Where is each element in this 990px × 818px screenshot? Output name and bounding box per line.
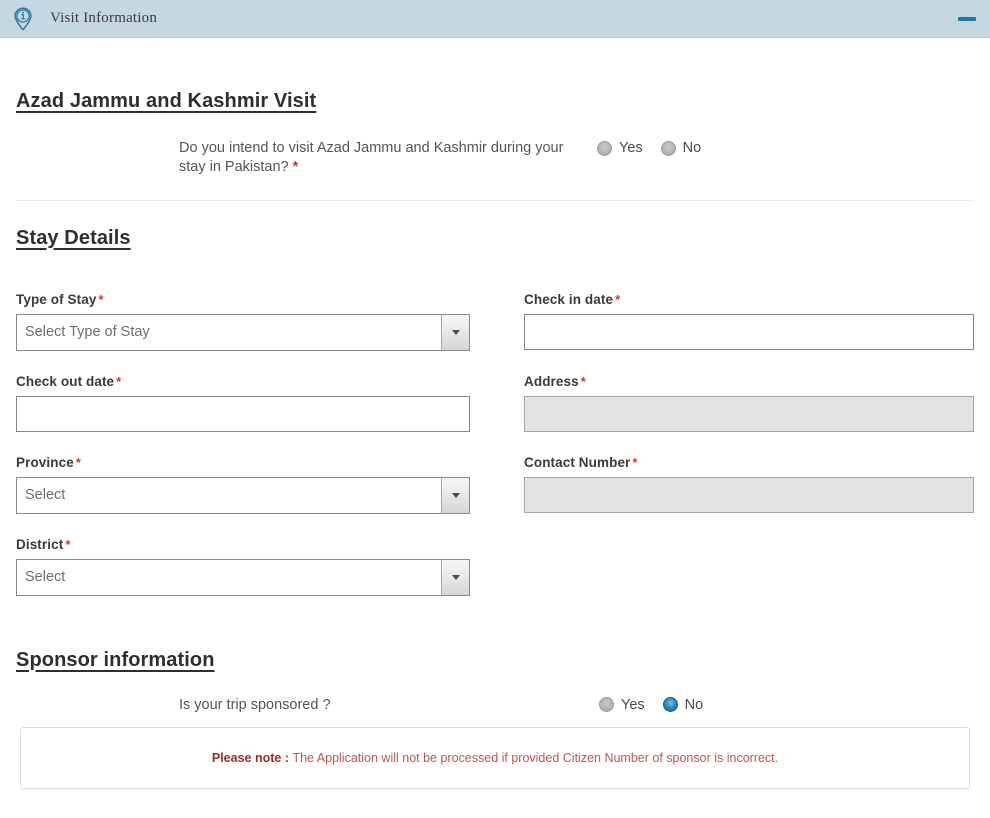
- sponsor-radio-yes-label: Yes: [621, 696, 645, 713]
- address-input: [524, 395, 974, 432]
- ajk-radio-group: Yes No: [597, 139, 701, 156]
- type-of-stay-label: Type of Stay *: [16, 292, 470, 307]
- panel-title: Visit Information: [50, 10, 158, 26]
- ajk-radio-yes[interactable]: Yes: [597, 140, 643, 156]
- radio-dot-unselected: [599, 697, 614, 713]
- province-required-marker: *: [75, 454, 81, 470]
- sponsor-radio-yes[interactable]: Yes: [599, 697, 645, 713]
- type-of-stay-selected-value: Select Type of Stay: [25, 324, 150, 341]
- field-district: District * Select: [16, 537, 470, 596]
- stay-details-grid: Type of Stay * Select Type of Stay Check …: [16, 292, 974, 619]
- azad-jammu-kashmir-section: Azad Jammu and Kashmir Visit Do you inte…: [16, 38, 974, 201]
- type-of-stay-required-marker: *: [98, 291, 104, 307]
- address-label: Address *: [524, 374, 974, 389]
- check-in-date-input[interactable]: [524, 313, 974, 350]
- form-content: Azad Jammu and Kashmir Visit Do you inte…: [0, 38, 990, 789]
- contact-number-required-marker: *: [632, 454, 638, 470]
- sponsor-question-row: Is your trip sponsored ? Yes No: [16, 697, 974, 713]
- sponsor-note-body: The Application will not be processed if…: [292, 750, 779, 765]
- type-of-stay-label-text: Type of Stay: [16, 291, 97, 307]
- check-out-date-label-text: Check out date: [16, 373, 115, 389]
- ajk-radio-no-label: No: [682, 140, 702, 156]
- ajk-radio-no[interactable]: No: [660, 140, 702, 156]
- check-out-date-required-marker: *: [116, 373, 122, 389]
- type-of-stay-select[interactable]: Select Type of Stay: [16, 313, 470, 351]
- district-label-text: District: [16, 536, 64, 552]
- caret-shape: [451, 329, 460, 335]
- field-province: Province * Select: [16, 455, 470, 514]
- minimize-icon[interactable]: [956, 10, 978, 28]
- district-select[interactable]: Select: [16, 558, 470, 596]
- grid-spacer: [524, 537, 974, 619]
- field-address: Address *: [524, 374, 974, 432]
- ajk-radio-yes-label: Yes: [619, 140, 643, 156]
- ajk-question-text: Do you intend to visit Azad Jammu and Ka…: [179, 140, 564, 176]
- caret-shape: [451, 574, 460, 580]
- sponsor-question-label: Is your trip sponsored ?: [179, 696, 331, 713]
- sponsor-section-title: Sponsor information: [16, 648, 215, 671]
- chevron-down-icon[interactable]: [441, 477, 469, 513]
- address-label-text: Address: [524, 373, 579, 389]
- sponsor-radio-no[interactable]: No: [662, 696, 704, 713]
- ajk-question-label: Do you intend to visit Azad Jammu and Ka…: [179, 139, 579, 178]
- radio-dot-unselected: [660, 140, 676, 156]
- chevron-down-icon[interactable]: [441, 314, 469, 350]
- ajk-question-row: Do you intend to visit Azad Jammu and Ka…: [16, 139, 974, 178]
- district-selected-value: Select: [25, 569, 66, 586]
- field-check-in-date: Check in date *: [524, 292, 974, 351]
- contact-number-label-text: Contact Number: [524, 454, 631, 470]
- province-label-text: Province: [16, 454, 74, 470]
- chevron-down-icon[interactable]: [441, 559, 469, 595]
- sponsor-note-box: Please note : The Application will not b…: [20, 726, 970, 789]
- check-in-date-required-marker: *: [615, 291, 621, 307]
- minimize-bar: [958, 16, 976, 21]
- province-label: Province *: [16, 455, 470, 470]
- panel-header: Visit Information: [0, 0, 990, 38]
- check-out-date-input[interactable]: [16, 395, 470, 432]
- sponsor-radio-no-label: No: [684, 696, 704, 713]
- field-contact-number: Contact Number *: [524, 455, 974, 514]
- province-selected-value: Select: [25, 487, 66, 504]
- info-location-pin-icon: [10, 6, 36, 32]
- contact-number-label: Contact Number *: [524, 455, 974, 470]
- radio-dot-selected: [662, 697, 678, 713]
- check-in-date-label-text: Check in date: [524, 291, 614, 307]
- address-required-marker: *: [580, 373, 586, 389]
- district-label: District *: [16, 537, 470, 552]
- district-required-marker: *: [65, 536, 71, 552]
- stay-section-title: Stay Details: [16, 226, 131, 249]
- stay-details-section: Stay Details Type of Stay * Select Type o…: [16, 201, 974, 619]
- ajk-section-title: Azad Jammu and Kashmir Visit: [16, 90, 317, 112]
- check-out-date-label: Check out date *: [16, 374, 470, 389]
- sponsor-information-section: Sponsor information Is your trip sponsor…: [16, 619, 974, 789]
- sponsor-note-prefix: Please note :: [211, 750, 293, 765]
- contact-number-input: [524, 476, 974, 513]
- field-type-of-stay: Type of Stay * Select Type of Stay: [16, 292, 470, 351]
- sponsor-note-text: Please note : The Application will not b…: [212, 751, 778, 765]
- caret-shape: [451, 492, 460, 498]
- ajk-required-marker: *: [292, 159, 299, 176]
- province-select[interactable]: Select: [16, 476, 470, 514]
- check-in-date-label: Check in date *: [524, 292, 974, 307]
- radio-dot-unselected: [597, 140, 612, 156]
- field-check-out-date: Check out date *: [16, 374, 470, 432]
- sponsor-radio-group: Yes No: [599, 697, 703, 713]
